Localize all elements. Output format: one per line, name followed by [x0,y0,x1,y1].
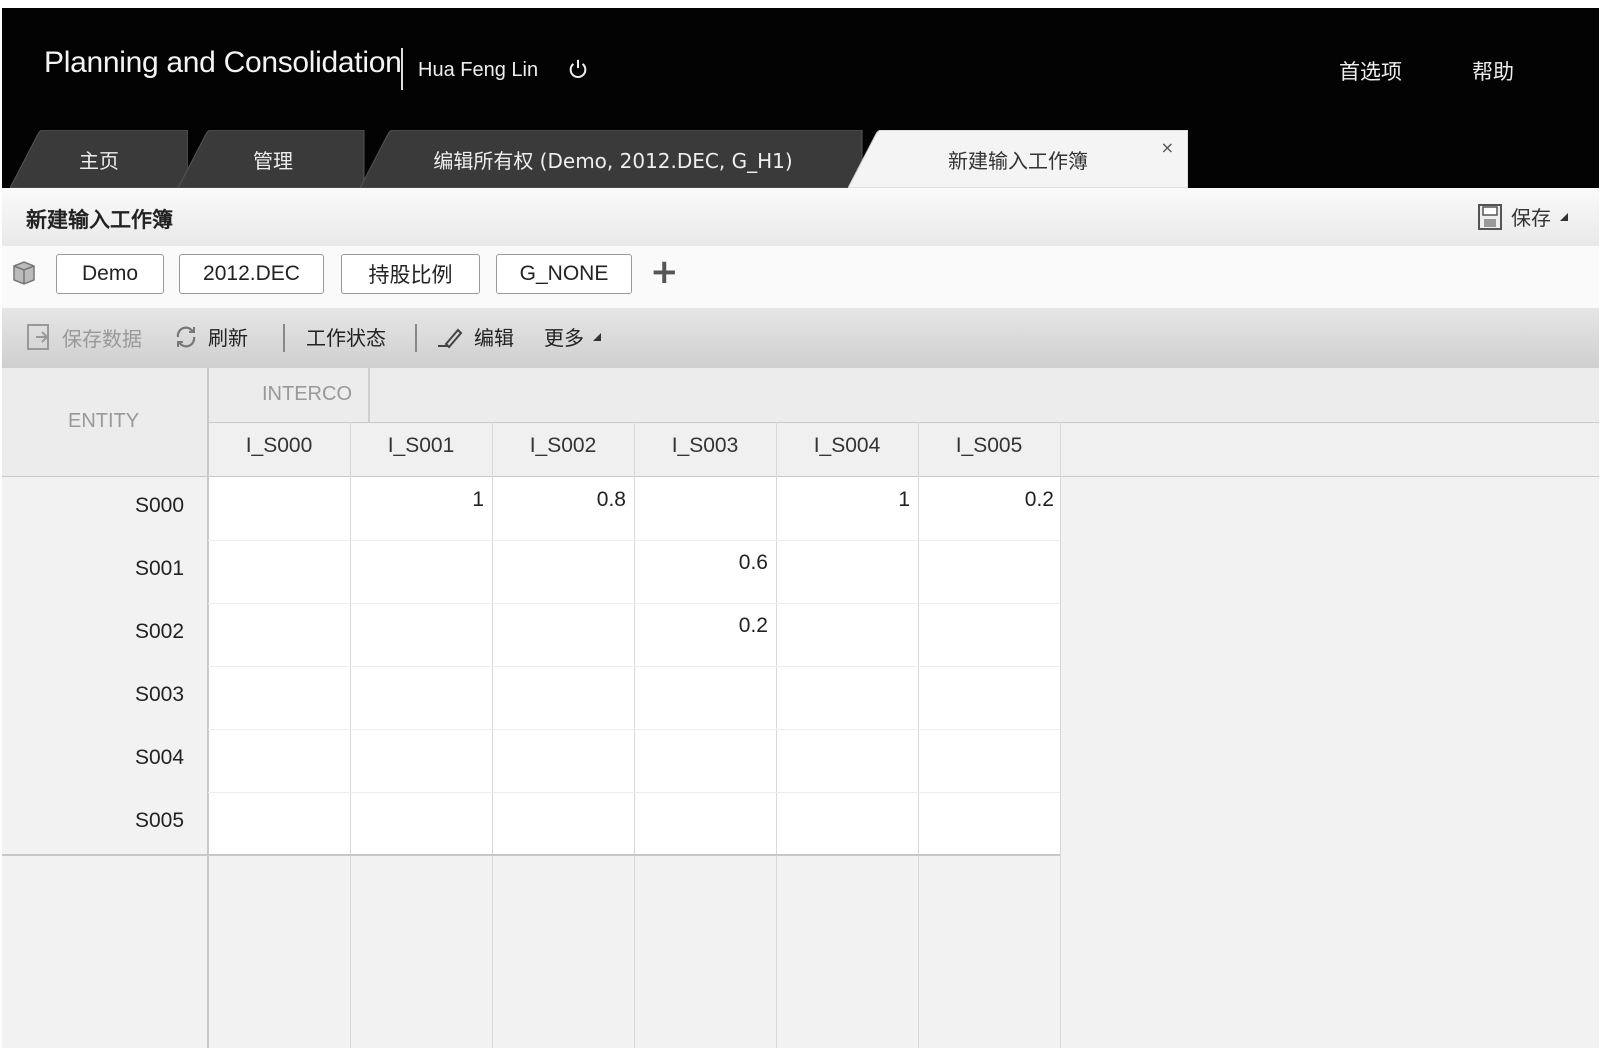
tab-label: 编辑所有权 (Demo, 2012.DEC, G_H1) [433,148,793,173]
power-icon[interactable] [567,58,589,80]
row-header[interactable]: S005 [2,809,184,833]
pov-group[interactable]: G_NONE [496,254,632,294]
preferences-link[interactable]: 首选项 [1339,56,1402,86]
grid-line [1060,422,1061,1048]
page-title: 新建输入工作簿 [26,208,173,232]
edit-button[interactable]: 编辑 [436,322,514,351]
edit-label: 编辑 [474,326,514,350]
row-header[interactable]: S004 [2,746,184,770]
row-header[interactable]: S002 [2,620,184,644]
grid-line [350,422,351,1048]
grid-line [634,422,635,1048]
refresh-button[interactable]: 刷新 [172,322,248,351]
work-status-button[interactable]: 工作状态 [306,322,386,351]
row-header[interactable]: S001 [2,557,184,581]
tab-label: 管理 [253,148,293,173]
work-status-label: 工作状态 [306,326,386,350]
data-cell[interactable]: 0.2 [918,488,1054,512]
data-cell[interactable]: 1 [350,488,484,512]
grid-line [208,729,1060,730]
dropdown-triangle-icon [593,332,601,341]
grid-line [208,540,1060,541]
dropdown-triangle-icon [1560,212,1568,221]
toolbar-separator [415,324,417,352]
tab-label: 主页 [79,148,119,173]
column-header[interactable]: I_S004 [776,434,918,458]
column-header[interactable]: I_S001 [350,434,492,458]
save-data-label: 保存数据 [62,326,142,351]
grid-line [918,422,919,1048]
top-bar: Planning and Consolidation Hua Feng Lin … [2,8,1599,188]
pencil-icon [438,328,463,348]
grid-line [492,422,493,1048]
column-header[interactable]: I_S003 [634,434,776,458]
grid-line [207,368,209,1048]
pov-model[interactable]: Demo [56,254,164,294]
col-dim-header [208,368,1599,422]
tab-home[interactable]: 主页 [10,130,188,188]
save-label: 保存 [1511,206,1551,230]
tab-edit-ownership[interactable]: 编辑所有权 (Demo, 2012.DEC, G_H1) [360,130,876,188]
grid-line [208,792,1060,793]
data-cell[interactable]: 0.8 [492,488,626,512]
data-cell[interactable]: 0.6 [634,551,768,575]
app-title: Planning and Consolidation [44,46,402,79]
context-cube-icon[interactable] [10,258,40,288]
grid-line [208,422,1599,423]
tab-strip: 主页 管理 编辑所有权 (Demo, 2012.DEC, G_H1) 新建输入工… [2,130,1599,188]
more-label: 更多 [544,326,584,350]
pov-time[interactable]: 2012.DEC [179,254,324,294]
user-name: Hua Feng Lin [418,59,539,81]
data-cell[interactable]: 0.2 [634,614,768,638]
save-disk-icon [1478,203,1502,230]
refresh-icon [176,326,196,347]
page-titlebar: 新建输入工作簿 保存 [2,188,1599,247]
save-data-icon [27,324,49,350]
help-link[interactable]: 帮助 [1472,56,1514,86]
grid-line [208,666,1060,667]
pov-account[interactable]: 持股比例 [341,254,480,294]
tab-admin[interactable]: 管理 [178,130,368,188]
column-header[interactable]: I_S002 [492,434,634,458]
tab-label: 新建输入工作簿 [948,148,1088,173]
column-header[interactable]: I_S005 [918,434,1060,458]
app-window: Planning and Consolidation Hua Feng Lin … [2,8,1599,1048]
grid-line [2,854,1060,856]
column-header[interactable]: I_S000 [208,434,350,458]
tab-new-input-workbook[interactable]: 新建输入工作簿 × [848,130,1188,188]
data-grid: ENTITY INTERCO I_S000 I_S001 I_S002 I_S0… [2,368,1599,1048]
save-menu-button[interactable]: 保存 [1477,202,1569,231]
row-header[interactable]: S000 [2,494,184,518]
action-toolbar: 保存数据 刷新 工作状态 编辑 更多 [2,308,1599,369]
row-header[interactable]: S003 [2,683,184,707]
data-cell[interactable]: 1 [776,488,910,512]
add-dimension-button[interactable]: + [650,252,679,292]
refresh-label: 刷新 [208,326,248,350]
title-separator [401,48,403,90]
save-data-button[interactable]: 保存数据 [26,322,142,352]
grid-line [208,603,1060,604]
row-dimension-label[interactable]: ENTITY [68,410,139,433]
grid-line [368,368,370,422]
grid-line [776,422,777,1048]
close-icon[interactable]: × [1161,138,1174,157]
context-bar: Demo 2012.DEC 持股比例 G_NONE + [2,246,1599,309]
toolbar-separator [283,324,285,352]
more-menu-button[interactable]: 更多 [544,322,602,351]
col-dimension-label[interactable]: INTERCO [262,383,352,406]
